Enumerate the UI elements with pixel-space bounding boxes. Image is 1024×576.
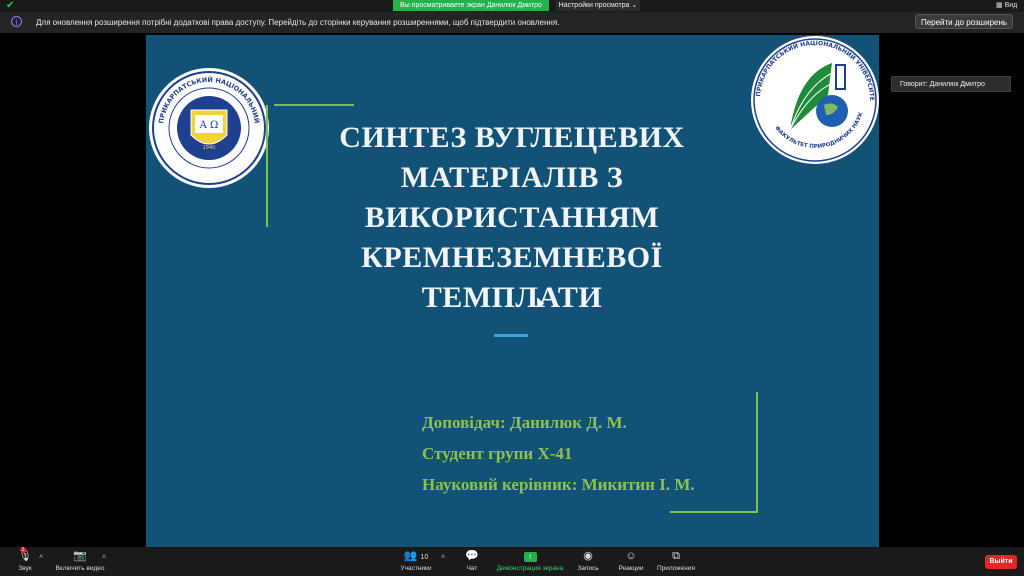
- leave-meeting-button[interactable]: Выйти: [985, 555, 1017, 569]
- view-options-label: Настройки просмотра: [558, 2, 630, 9]
- chat-label: Чат: [466, 565, 478, 572]
- audio-options-caret[interactable]: ˄: [39, 554, 43, 561]
- participants-count: 10: [420, 554, 429, 561]
- university-logo: Α Ω 1940 ПРИКАРПАТСЬКИЙ НАЦІОНАЛЬНИЙ УНІ…: [149, 65, 269, 188]
- video-off-icon: 📷: [73, 550, 87, 562]
- title-line: ТЕМПЛАТИ: [421, 281, 603, 314]
- view-button[interactable]: ▦ Вид: [996, 1, 1017, 11]
- video-label: Включить видео: [55, 565, 105, 572]
- view-options-button[interactable]: Настройки просмотра ⌄: [556, 0, 640, 11]
- microphone-muted-icon: 🎙 1: [18, 547, 32, 562]
- title-line: МАТЕРІАЛІВ З: [400, 161, 624, 194]
- decorative-line: [756, 392, 758, 512]
- reactions-button[interactable]: ☺ Реакции: [616, 547, 646, 576]
- logo-shield-text: Α Ω: [199, 120, 219, 131]
- top-bar: ✔ Вы просматриваете экран Данилюк Дмитро…: [0, 0, 1024, 12]
- smiley-icon: ☺: [625, 550, 637, 562]
- chevron-down-icon: ⌄: [631, 2, 638, 9]
- decorative-line: [266, 105, 268, 227]
- share-screen-icon: ↑: [495, 548, 565, 564]
- title-line: ВИКОРИСТАННЯМ: [364, 201, 660, 234]
- apps-button[interactable]: ⧉ Приложения: [655, 547, 697, 576]
- faculty-logo: ПРИКАРПАТСЬКИЙ НАЦІОНАЛЬНИЙ УНІВЕРСИТЕТ …: [750, 35, 879, 164]
- participants-icon: 👥: [403, 550, 418, 562]
- decorative-line: [274, 104, 354, 106]
- reactions-label: Реакции: [618, 565, 644, 572]
- audio-badge: 1: [20, 547, 26, 553]
- logo-year: 1940: [203, 145, 216, 151]
- title-line: СИНТЕЗ ВУГЛЕЦЕВИХ: [339, 121, 685, 154]
- share-screen-label: Демонстрация экрана: [496, 565, 564, 572]
- supervisor-text: Науковий керівник: Микитин І. М.: [422, 475, 695, 494]
- active-speaker-label: Говорит: Данилюк Дмитро: [891, 76, 1011, 92]
- shared-slide: Α Ω 1940 ПРИКАРПАТСЬКИЙ НАЦІОНАЛЬНИЙ УНІ…: [146, 35, 879, 547]
- participants-options-caret[interactable]: ˄: [441, 554, 445, 561]
- screen-share-status: Вы просматриваете экран Данилюк Дмитро: [393, 0, 549, 11]
- record-label: Запись: [577, 565, 599, 572]
- slide-title: СИНТЕЗ ВУГЛЕЦЕВИХ МАТЕРІАЛІВ З ВИКОРИСТА…: [316, 118, 708, 318]
- chat-button[interactable]: 💬 Чат: [460, 547, 484, 576]
- presenter-text: Доповідач: Данилюк Д. М.: [422, 413, 627, 432]
- shield-icon: ✔: [6, 0, 15, 11]
- group-text: Студент групи Х-41: [422, 444, 573, 463]
- record-icon: ◉: [583, 550, 593, 562]
- title-line: КРЕМНЕЗЕМНЕВОЇ: [361, 241, 663, 274]
- notification-text: Для оновлення розширення потрібні додатк…: [36, 18, 560, 27]
- go-to-extensions-button[interactable]: Перейти до розширень: [915, 14, 1013, 29]
- audio-label: Звук: [18, 565, 32, 572]
- chat-icon: 💬: [465, 550, 479, 562]
- info-icon: i: [11, 16, 22, 27]
- extension-notification-bar: i Для оновлення розширення потрібні дода…: [0, 12, 1024, 33]
- audio-button[interactable]: 🎙 1 Звук: [12, 547, 38, 576]
- apps-icon: ⧉: [672, 550, 680, 562]
- record-button[interactable]: ◉ Запись: [575, 547, 601, 576]
- apps-label: Приложения: [656, 565, 696, 572]
- meeting-toolbar: 🎙 1 Звук ˄ 📷 Включить видео ˄ 👥 10 Участн…: [0, 547, 1024, 576]
- start-video-button[interactable]: 📷 Включить видео: [52, 547, 108, 576]
- view-label: Вид: [1004, 2, 1018, 9]
- share-screen-button[interactable]: ↑ Демонстрация экрана: [495, 547, 565, 576]
- decorative-line: [670, 511, 758, 513]
- participants-label: Участники: [400, 565, 432, 572]
- grid-icon: ▦: [996, 2, 1003, 9]
- title-underline: [494, 334, 528, 337]
- participants-button[interactable]: 👥 10 Участники: [398, 547, 434, 576]
- video-options-caret[interactable]: ˄: [102, 554, 106, 561]
